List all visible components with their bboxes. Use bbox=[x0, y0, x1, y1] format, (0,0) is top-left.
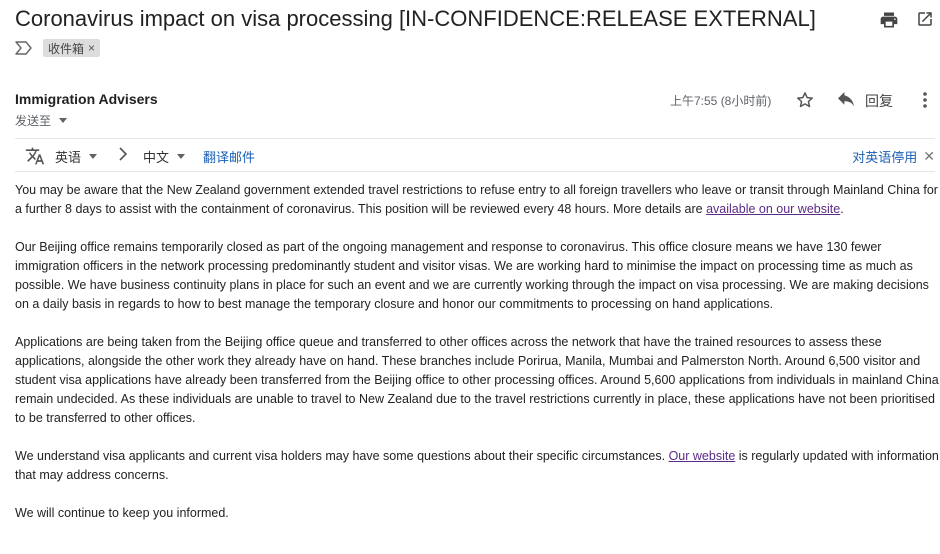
label-chip-text: 收件箱 bbox=[48, 41, 85, 56]
remove-label-icon[interactable]: × bbox=[88, 41, 95, 55]
source-language-label: 英语 bbox=[55, 150, 82, 165]
body-paragraph-2: Our Beijing office remains temporarily c… bbox=[15, 240, 929, 311]
p1-end: . bbox=[840, 202, 844, 216]
our-website-link[interactable]: Our website bbox=[669, 449, 736, 463]
email-body: You may be aware that the New Zealand go… bbox=[15, 181, 940, 542]
close-icon[interactable]: ✕ bbox=[923, 148, 935, 165]
chevron-down-icon bbox=[89, 154, 98, 159]
translate-message-link[interactable]: 翻译邮件 bbox=[203, 147, 255, 166]
body-paragraph-3: Applications are being taken from the Be… bbox=[15, 335, 939, 425]
body-paragraph-1: You may be aware that the New Zealand go… bbox=[15, 181, 940, 219]
target-language-label: 中文 bbox=[143, 150, 170, 165]
more-vertical-icon[interactable] bbox=[922, 91, 928, 109]
website-link[interactable]: available on our website bbox=[706, 202, 840, 216]
email-timestamp: 上午7:55 (8小时前) bbox=[670, 94, 772, 108]
chevron-down-icon bbox=[59, 118, 68, 123]
stop-translation-button[interactable]: 对英语停用 ✕ bbox=[852, 147, 935, 166]
reply-button[interactable]: 回复 bbox=[865, 91, 893, 111]
open-in-new-window-icon[interactable] bbox=[916, 10, 934, 28]
labels-row: 收件箱 × bbox=[15, 38, 101, 58]
body-paragraph-4: We understand visa applicants and curren… bbox=[15, 447, 940, 485]
translate-bar: 英语 中文 翻译邮件 对英语停用 ✕ bbox=[15, 138, 935, 172]
body-paragraph-5: We will continue to keep you informed. bbox=[15, 506, 229, 520]
email-subject: Coronavirus impact on visa processing [I… bbox=[15, 6, 816, 31]
recipients-dropdown[interactable]: 发送至 bbox=[15, 112, 68, 129]
print-icon[interactable] bbox=[879, 10, 899, 30]
reply-icon[interactable] bbox=[836, 92, 856, 108]
inbox-label-chip[interactable]: 收件箱 × bbox=[43, 39, 101, 57]
sender-name[interactable]: Immigration Advisers bbox=[15, 91, 158, 107]
chevron-right-icon bbox=[119, 147, 128, 161]
star-icon[interactable] bbox=[795, 90, 815, 110]
stop-translation-label: 对英语停用 bbox=[852, 150, 918, 165]
target-language-dropdown[interactable]: 中文 bbox=[143, 147, 186, 166]
source-language-dropdown[interactable]: 英语 bbox=[55, 147, 98, 166]
to-label: 发送至 bbox=[15, 114, 52, 128]
p4-text: We understand visa applicants and curren… bbox=[15, 449, 669, 463]
translate-icon bbox=[25, 147, 45, 165]
label-arrow-icon bbox=[15, 41, 32, 55]
chevron-down-icon bbox=[177, 154, 186, 159]
